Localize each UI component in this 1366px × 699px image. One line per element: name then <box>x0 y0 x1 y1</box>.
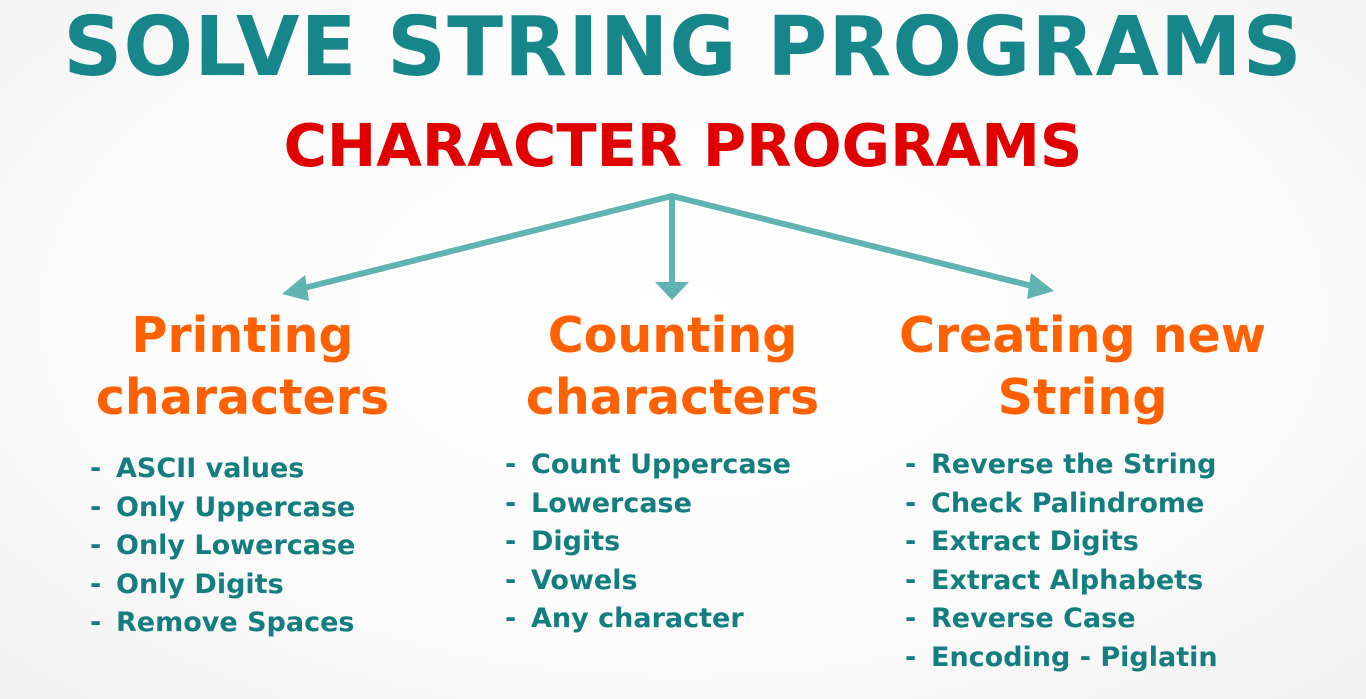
category-heading-printing: Printing characters <box>40 305 445 429</box>
list-item: - Only Lowercase <box>90 530 356 561</box>
arrow-left-line <box>293 193 675 293</box>
category-heading-line: characters <box>95 369 390 426</box>
list-item: - Reverse Case <box>905 603 1136 634</box>
list-item-label: Reverse Case <box>931 603 1136 634</box>
list-item-label: Digits <box>531 526 621 557</box>
arrow-mid-head <box>655 282 689 300</box>
list-item: - Remove Spaces <box>90 607 355 638</box>
arrow-left-head <box>282 275 309 301</box>
list-item-label: Encoding - Piglatin <box>931 641 1218 673</box>
creating-items-list: - Reverse the String - Check Palindrome -E… <box>905 446 1218 677</box>
list-item: - Extract Digits <box>905 526 1139 557</box>
category-heading-creating: Creating new String <box>880 305 1285 429</box>
list-item: - Only Digits <box>90 568 284 600</box>
category-heading-line: Creating new <box>898 307 1267 364</box>
category-heading-line: Printing <box>131 307 354 364</box>
arrow-right-head <box>1027 273 1054 299</box>
list-item-label: Extract Alphabets <box>931 564 1204 596</box>
list-item: - Reverse the String <box>905 449 1217 480</box>
list-item-label: Remove Spaces <box>116 607 355 638</box>
list-item: - ASCII values <box>90 453 305 484</box>
list-item: - Digits <box>505 526 621 557</box>
list-item-label: ASCII values <box>116 453 305 484</box>
category-heading-line: Counting <box>547 307 798 364</box>
list-item-label: Only Lowercase <box>116 530 356 561</box>
arrow-right-line <box>669 193 1043 291</box>
category-heading-line: String <box>997 369 1168 426</box>
list-item: - Extract Alphabets <box>905 564 1204 596</box>
list-item-label: Lowercase <box>531 487 692 519</box>
printing-items-list: - ASCII values - Only Uppercase - Only Lowe… <box>90 450 355 643</box>
list-item: - Only Uppercase <box>90 491 356 523</box>
list-item-label: Only Uppercase <box>116 491 356 523</box>
list-item-label: Extract Digits <box>931 526 1139 557</box>
list-item: - Vowels <box>505 564 638 596</box>
list-item-label: Reverse the String <box>931 449 1217 480</box>
list-item: - Lowercase <box>505 487 692 519</box>
list-item-label: Vowels <box>531 564 638 596</box>
list-item-label: Check Palindrome <box>931 487 1205 519</box>
category-heading-line: characters <box>525 369 820 426</box>
list-item: - Count Uppercase <box>505 449 791 480</box>
category-heading-counting: Counting characters <box>470 305 875 429</box>
list-item: - Encoding - Piglatin <box>905 641 1218 673</box>
list-item-label: Only Digits <box>116 568 284 600</box>
list-item: - Check Palindrome <box>905 487 1205 519</box>
list-item: - Any character <box>505 603 744 634</box>
list-item-label: Count Uppercase <box>531 449 791 480</box>
list-item-label: Any character <box>531 603 744 634</box>
counting-items-list: - Count Uppercase - Lowercase - Digits - Vow… <box>505 446 791 639</box>
